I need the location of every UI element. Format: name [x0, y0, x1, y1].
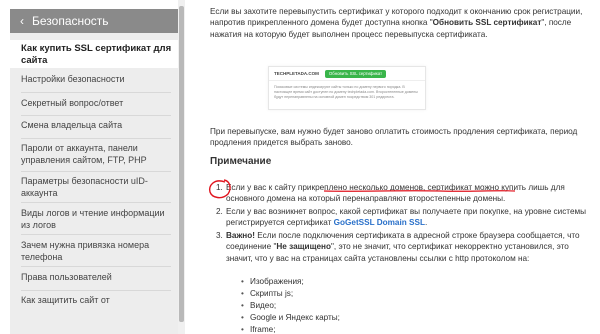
list-number: 1.	[216, 183, 223, 192]
divider	[21, 115, 171, 116]
sidebar-item-label: Пароли от аккаунта, панели управления са…	[21, 143, 147, 165]
bullet-item: Скрипты js;	[241, 288, 293, 300]
bullet-item: Iframe;	[241, 324, 276, 334]
sidebar-item-label: Смена владельца сайта	[21, 120, 123, 130]
sidebar-item-label: Как защитить сайт от	[21, 295, 110, 305]
list-number: 3.	[216, 231, 223, 240]
sidebar-item-label: Параметры безопасности uID-аккаунта	[21, 176, 148, 198]
screenshot-text: Поисковые системы индексируют сайты толь…	[274, 85, 418, 99]
sidebar-item-buy-ssl[interactable]: Как купить SSL сертификат для сайта	[10, 40, 178, 68]
bullet-item: Изображения;	[241, 276, 304, 288]
sidebar-item-security-settings[interactable]: Настройки безопасности	[10, 74, 178, 86]
not-secure-label: Не защищено	[276, 242, 331, 252]
article-content: Если вы захотите перевыпустить сертифика…	[210, 0, 600, 334]
bullet-item: Google и Яндекс карты;	[241, 312, 340, 324]
divider	[21, 92, 171, 93]
divider	[21, 290, 171, 291]
sidebar-item-label: Настройки безопасности	[21, 74, 125, 84]
divider	[21, 171, 171, 172]
divider	[21, 138, 171, 139]
sidebar-item-protect-site[interactable]: Как защитить сайт от	[10, 295, 178, 307]
reissue-paragraph: При перевыпуске, вам нужно будет заново …	[210, 127, 578, 148]
sidebar-item-owner-change[interactable]: Смена владельца сайта	[10, 120, 178, 132]
sidebar-item-uid-security[interactable]: Параметры безопасности uID-аккаунта	[10, 176, 178, 199]
intro-bold: Обновить SSL сертификат	[432, 18, 542, 28]
sidebar-header-label: Безопасность	[32, 14, 109, 28]
sidebar-back-header[interactable]: ‹ Безопасность	[10, 9, 178, 33]
divider	[21, 202, 171, 203]
important-label: Важно!	[226, 231, 255, 240]
list-text: Важно! Если после подключения сертификат…	[226, 230, 596, 264]
chevron-left-icon[interactable]: ‹	[20, 14, 24, 28]
sidebar-item-label: Виды логов и чтение информации из логов	[21, 208, 165, 230]
list-number: 2.	[216, 207, 223, 216]
sidebar-list: Как купить SSL сертификат для сайта Наст…	[10, 33, 178, 334]
embedded-screenshot: TECHPLETADA.COM Обновить SSL сертификат …	[268, 66, 426, 110]
gogetssl-link[interactable]: GoGetSSL Domain SSL	[334, 218, 425, 227]
sidebar-item-label: Права пользователей	[21, 272, 112, 282]
scrollbar-thumb[interactable]	[179, 6, 184, 322]
sidebar-item-secret-question[interactable]: Секретный вопрос/ответ	[10, 98, 178, 110]
list-text-part: .	[424, 218, 428, 228]
renew-ssl-button: Обновить SSL сертификат	[324, 69, 387, 78]
intro-paragraph: Если вы захотите перевыпустить сертифика…	[210, 6, 588, 40]
screenshot-domain-row: TECHPLETADA.COM Обновить SSL сертификат	[269, 67, 425, 81]
sidebar-item-user-rights[interactable]: Права пользователей	[10, 272, 178, 284]
screenshot-domain: TECHPLETADA.COM	[274, 71, 319, 76]
sidebar-item-label: Секретный вопрос/ответ	[21, 98, 124, 108]
note-heading: Примечание	[210, 156, 272, 167]
sidebar-item-label: Зачем нужна привязка номера телефона	[21, 240, 150, 262]
sidebar-item-passwords[interactable]: Пароли от аккаунта, панели управления са…	[10, 143, 178, 166]
sidebar-item-phone-binding[interactable]: Зачем нужна привязка номера телефона	[10, 240, 178, 263]
sidebar-item-logs[interactable]: Виды логов и чтение информации из логов	[10, 208, 178, 231]
sidebar: ‹ Безопасность Как купить SSL сертификат…	[0, 0, 180, 334]
divider	[21, 234, 171, 235]
list-text: Если у вас возникнет вопрос, какой серти…	[226, 206, 596, 229]
list-text: Если у вас к сайту прикреплено несколько…	[226, 183, 565, 204]
sidebar-item-label: Как купить SSL сертификат для сайта	[21, 43, 172, 66]
divider	[21, 266, 171, 267]
bullet-item: Видео;	[241, 300, 276, 312]
